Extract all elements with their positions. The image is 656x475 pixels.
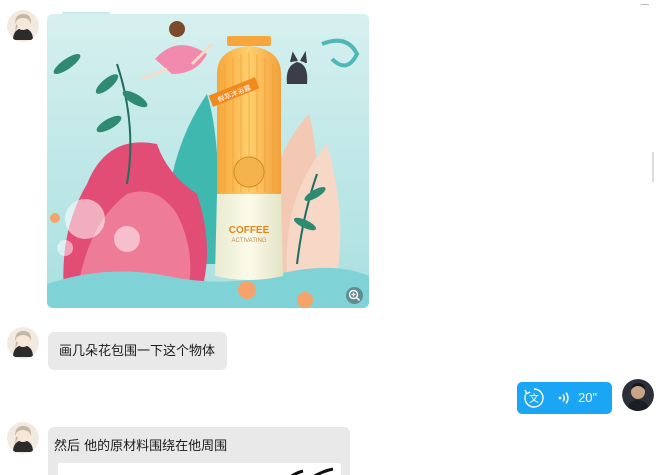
sound-wave-icon (558, 392, 569, 404)
avatar[interactable] (7, 422, 39, 454)
message-bubble[interactable]: 然后 他的原材料围绕在他周围 (48, 427, 350, 475)
svg-text:文: 文 (529, 392, 539, 405)
avatar[interactable] (622, 379, 654, 411)
voice-message[interactable]: 文 20" (517, 382, 612, 414)
scrollbar[interactable] (652, 152, 654, 182)
avatar[interactable] (7, 10, 39, 42)
avatar[interactable] (7, 327, 39, 359)
message-bubble[interactable]: 画几朵花包围一下这个物体 (48, 332, 227, 370)
zoom-in-icon[interactable] (346, 287, 363, 304)
close-icon[interactable] (641, 3, 649, 6)
message-text: 然后 他的原材料围绕在他周围 (54, 439, 228, 454)
bottle-title: COFFEE (229, 225, 270, 236)
voice-duration: 20" (578, 390, 598, 405)
bottle-subtitle: ACTIVATING (231, 238, 266, 244)
message-text: 画几朵花包围一下这个物体 (59, 344, 216, 359)
attached-sketch-image[interactable] (58, 463, 341, 475)
translate-icon[interactable]: 文 (523, 387, 545, 409)
image-message[interactable]: 鲜萃沐浴露 COFFEE ACTIVATING (47, 14, 369, 308)
